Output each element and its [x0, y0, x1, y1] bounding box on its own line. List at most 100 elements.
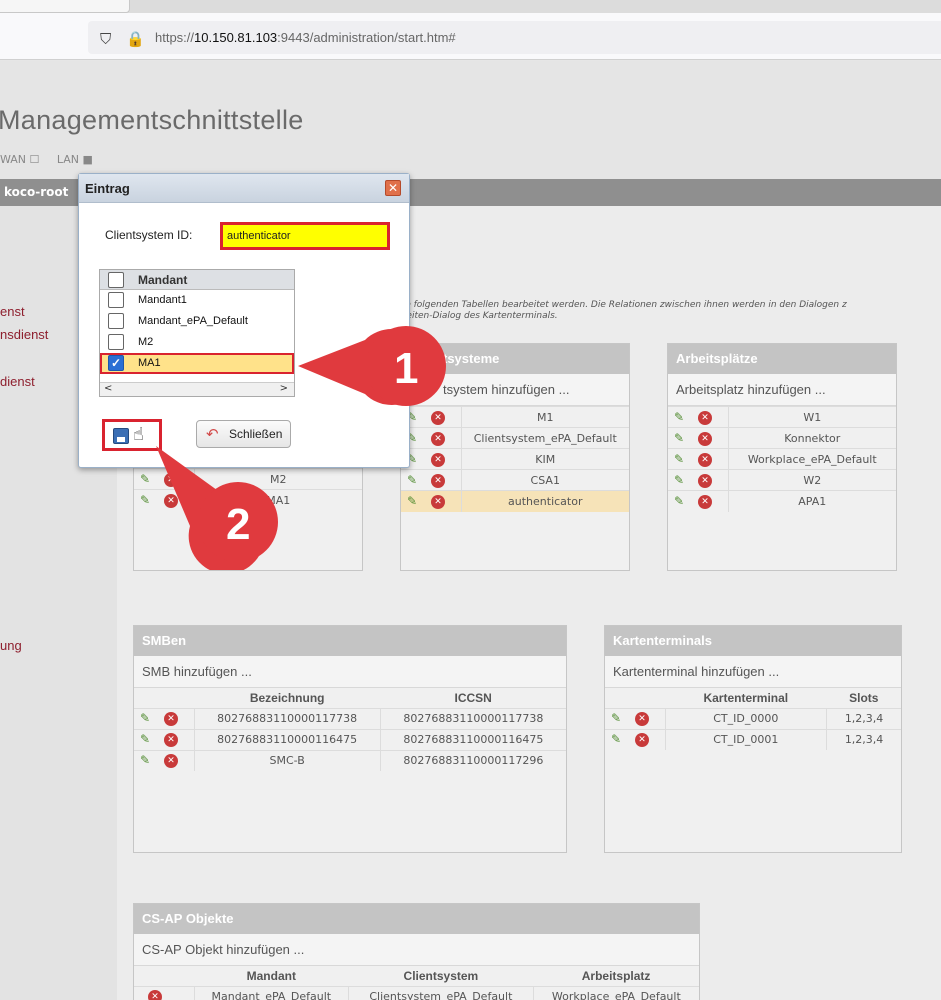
table-row[interactable]: ✎ ✕ Workplace_ePA_Default: [668, 448, 896, 470]
list-item[interactable]: Mandant_ePA_Default: [100, 311, 294, 332]
delete-icon[interactable]: ✕: [635, 712, 649, 726]
delete-icon[interactable]: ✕: [698, 431, 712, 446]
mandant-list: Mandant Mandant1 Mandant_ePA_Default M2 …: [99, 269, 295, 397]
table-row[interactable]: ✎ ✕ SMC-B 80276883110000117296: [134, 749, 566, 771]
edit-icon[interactable]: ✎: [674, 431, 690, 445]
dialog-title[interactable]: Eintrag: [79, 174, 409, 203]
edit-icon[interactable]: ✎: [674, 473, 690, 487]
horizontal-scrollbar[interactable]: < >: [100, 382, 294, 396]
delete-icon[interactable]: ✕: [164, 712, 178, 726]
add-csap-link[interactable]: CS-AP Objekt hinzufügen ...: [134, 934, 699, 966]
panel-title: Kartenterminals: [605, 626, 901, 656]
delete-icon[interactable]: ✕: [698, 410, 712, 425]
table-row[interactable]: ✎ ✕ 80276883110000117738 802768831100001177…: [134, 707, 566, 729]
sidebar-item-3[interactable]: dienst: [0, 374, 35, 389]
list-item[interactable]: M2: [100, 332, 294, 353]
sidebar-item-1[interactable]: enst: [0, 304, 25, 319]
delete-icon[interactable]: ✕: [431, 452, 445, 467]
table-row[interactable]: ✎ ✕ CSA1: [401, 469, 629, 491]
select-all-checkbox[interactable]: [108, 272, 124, 288]
table-cell: Workplace_ePA_Default: [532, 985, 699, 1000]
sidebar-item-4[interactable]: ung: [0, 638, 22, 653]
table-cell: KIM: [460, 448, 629, 470]
edit-icon[interactable]: ✎: [407, 494, 423, 508]
scroll-left-icon[interactable]: <: [104, 383, 112, 394]
edit-icon[interactable]: ✎: [674, 410, 690, 424]
lan-toggle[interactable]: LAN ■: [57, 153, 93, 166]
table-row[interactable]: ✎ ✕ KIM: [401, 448, 629, 470]
delete-icon[interactable]: ✕: [698, 494, 712, 509]
callout-1: 1: [298, 326, 446, 406]
column-header[interactable]: Mandant: [194, 966, 349, 986]
delete-icon[interactable]: ✕: [164, 733, 178, 747]
column-header[interactable]: Bezeichnung: [194, 688, 380, 708]
mandant-checkbox[interactable]: [108, 292, 124, 308]
scroll-right-icon[interactable]: >: [280, 383, 288, 394]
panel-title: CS-AP Objekte: [134, 904, 699, 934]
table-cell: SMC-B: [193, 749, 381, 771]
list-item-selected[interactable]: ✓ MA1: [100, 353, 294, 374]
delete-icon[interactable]: ✕: [431, 473, 445, 488]
table-row[interactable]: ✎ ✕ CT_ID_0000 1,2,3,4: [605, 707, 901, 729]
table-row-highlighted[interactable]: ✎ ✕ authenticator: [401, 490, 629, 512]
hand-cursor-icon: ☝: [133, 424, 144, 445]
mandant-checkbox[interactable]: [108, 313, 124, 329]
checked-checkbox[interactable]: ✓: [108, 355, 124, 371]
delete-icon[interactable]: ✕: [148, 989, 162, 1000]
edit-icon[interactable]: ✎: [407, 473, 423, 487]
delete-icon[interactable]: ✕: [431, 431, 445, 446]
lock-warning-icon[interactable]: 🔒: [126, 30, 145, 48]
clientsystem-id-input[interactable]: authenticator: [220, 222, 390, 250]
table-row[interactable]: ✎ ✕ CT_ID_0001 1,2,3,4: [605, 728, 901, 750]
table-row[interactable]: ✎ ✕ Konnektor: [668, 427, 896, 449]
delete-icon[interactable]: ✕: [698, 452, 712, 467]
column-header[interactable]: Kartenterminal: [665, 688, 827, 708]
network-toggles: WAN ☐ LAN ■: [0, 153, 107, 166]
intro-text: die folgenden Tabellen bearbeitet werden…: [397, 300, 847, 321]
delete-icon[interactable]: ✕: [431, 494, 445, 509]
csap-table: Mandant Clientsystem Arbeitsplatz ✕ Mandant…: [134, 966, 699, 1000]
page-title: Managementschnittstelle: [0, 105, 304, 135]
column-header[interactable]: ICCSN: [380, 688, 566, 708]
table-cell: CT_ID_0000: [664, 707, 827, 729]
table-cell: Workplace_ePA_Default: [727, 448, 896, 470]
edit-icon[interactable]: ✎: [140, 753, 156, 767]
table-row[interactable]: ✎ ✕ W2: [668, 469, 896, 491]
edit-icon[interactable]: ✎: [674, 494, 690, 508]
table-row[interactable]: ✎ ✕ APA1: [668, 490, 896, 512]
column-header[interactable]: Slots: [827, 688, 901, 708]
add-smb-link[interactable]: SMB hinzufügen ...: [134, 656, 566, 688]
address-bar[interactable]: ⛉ 🔒 https://10.150.81.103:9443/administr…: [88, 21, 941, 54]
delete-icon[interactable]: ✕: [635, 733, 649, 748]
column-header[interactable]: Arbeitsplatz: [533, 966, 699, 986]
table-row[interactable]: ✕ Mandant_ePA_Default Clientsystem_ePA_Def…: [134, 985, 699, 1000]
table-row[interactable]: ✎ ✕ W1: [668, 406, 896, 428]
edit-icon[interactable]: ✎: [140, 732, 156, 746]
close-icon[interactable]: ✕: [385, 180, 401, 196]
sidebar-item-2[interactable]: nsdienst: [0, 327, 48, 342]
wan-toggle[interactable]: WAN ☐: [0, 153, 39, 166]
table-row[interactable]: ✎ ✕ 80276883110000116475 802768831100001164…: [134, 728, 566, 750]
add-arbeitsplatz-link[interactable]: Arbeitsplatz hinzufügen ...: [668, 374, 896, 406]
kartenterminals-table: Kartenterminal Slots ✎ ✕ CT_ID_0000 1,2,3,4 …: [605, 688, 901, 750]
edit-icon[interactable]: ✎: [140, 711, 156, 725]
url-text[interactable]: https://10.150.81.103:9443/administratio…: [155, 30, 456, 45]
list-item[interactable]: Mandant1: [100, 290, 294, 311]
edit-icon[interactable]: ✎: [611, 711, 627, 725]
add-kartenterminal-link[interactable]: Kartenterminal hinzufügen ...: [605, 656, 901, 688]
edit-icon[interactable]: ✎: [611, 732, 627, 746]
delete-icon[interactable]: ✕: [698, 473, 712, 488]
column-header: Mandant: [138, 273, 188, 287]
column-header[interactable]: Clientsystem: [349, 966, 534, 986]
table-row[interactable]: ✎ ✕ Clientsystem_ePA_Default: [401, 427, 629, 449]
callout-1-number: 1: [394, 344, 418, 393]
panel-title: Arbeitsplätze: [668, 344, 896, 374]
mandant-checkbox[interactable]: [108, 334, 124, 350]
edit-icon[interactable]: ✎: [674, 452, 690, 466]
arbeitsplaetze-panel: Arbeitsplätze Arbeitsplatz hinzufügen ..…: [667, 343, 897, 571]
delete-icon[interactable]: ✕: [164, 754, 178, 769]
username: koco-root: [4, 185, 69, 199]
shield-icon[interactable]: ⛉: [100, 30, 111, 48]
kartenterminals-panel: Kartenterminals Kartenterminal hinzufüge…: [604, 625, 902, 853]
browser-tab[interactable]: [0, 0, 130, 13]
